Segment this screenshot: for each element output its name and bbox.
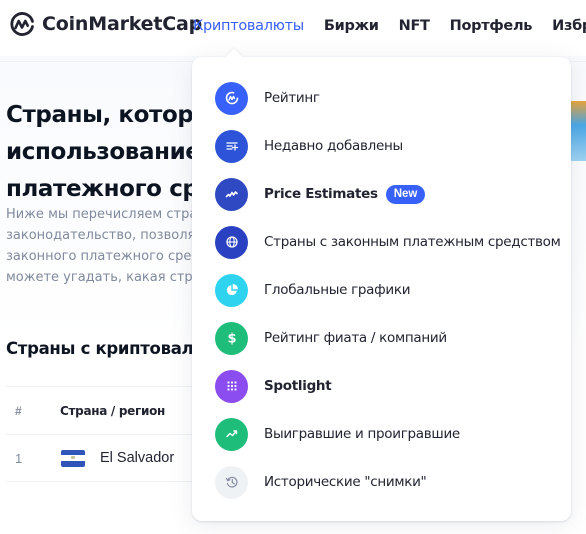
description-line: законного платежного средс — [6, 249, 206, 264]
page-description: Ниже мы перечисляем стран законодательст… — [6, 204, 206, 288]
menu-item-label: Spotlight — [264, 378, 332, 394]
menu-item-ranking[interactable]: Рейтинг — [215, 81, 320, 115]
menu-item-label: Исторические "снимки" — [264, 474, 427, 490]
trending-up-icon — [215, 417, 248, 451]
description-line: законодательство, позволяю — [6, 228, 206, 243]
menu-item-legal-tender-countries[interactable]: Страны с законным платежным средством — [215, 225, 561, 259]
globe-icon — [215, 225, 248, 259]
chart-wave-icon — [215, 177, 248, 211]
page-title-line: Страны, которы — [6, 102, 206, 128]
menu-item-global-charts[interactable]: Глобальные графики — [215, 273, 410, 307]
cmc-logo-icon — [215, 81, 248, 115]
history-icon — [215, 465, 248, 499]
nav-watchlist[interactable]: Избранное — [552, 18, 586, 34]
menu-item-spotlight[interactable]: Spotlight — [215, 369, 332, 403]
description-line: Ниже мы перечисляем стран — [6, 207, 206, 222]
menu-item-label: Недавно добавлены — [264, 138, 403, 154]
column-header-rank[interactable]: # — [15, 404, 22, 418]
menu-item-price-estimates[interactable]: Price Estimates New — [215, 177, 426, 211]
nav-cryptocurrencies[interactable]: Криптовалюты — [193, 18, 304, 34]
dollar-icon: $ — [215, 321, 248, 355]
nav-exchanges[interactable]: Биржи — [324, 18, 379, 34]
menu-item-label: Price Estimates — [264, 186, 378, 202]
menu-item-gainers-losers[interactable]: Выигравшие и проигравшие — [215, 417, 460, 451]
menu-item-historical-snapshots[interactable]: Исторические "снимки" — [215, 465, 427, 499]
list-add-icon — [215, 129, 248, 163]
menu-item-label: Рейтинг — [264, 90, 320, 106]
logo-text: CoinMarketCap — [42, 13, 202, 35]
page-title-line: платежного сре, — [6, 176, 206, 202]
pie-chart-icon — [215, 273, 248, 307]
flag-el-salvador-icon — [61, 449, 85, 467]
top-header: CoinMarketCap Криптовалюты Биржи NFT Пор… — [0, 0, 586, 56]
menu-item-label: Страны с законным платежным средством — [264, 234, 561, 250]
svg-text:$: $ — [227, 332, 236, 347]
cmc-logo-icon — [10, 12, 34, 36]
menu-item-recently-added[interactable]: Недавно добавлены — [215, 129, 403, 163]
nav-nft[interactable]: NFT — [399, 18, 430, 34]
column-header-country[interactable]: Страна / регион — [60, 404, 165, 418]
page-title: Страны, которы использование платежного … — [6, 97, 206, 208]
grid-icon — [215, 369, 248, 403]
row-country-name[interactable]: El Salvador — [100, 450, 174, 466]
logo[interactable]: CoinMarketCap — [8, 10, 202, 38]
countries-table: # Страна / регион 1 El Salvador — [6, 386, 206, 482]
menu-item-label: Выигравшие и проигравшие — [264, 426, 460, 442]
nav-portfolio[interactable]: Портфель — [450, 18, 533, 34]
menu-item-label: Рейтинг фиата / компаний — [264, 330, 447, 346]
cryptocurrencies-dropdown-menu: Рейтинг Недавно добавлены Price Estimate… — [192, 48, 571, 521]
table-row[interactable]: 1 El Salvador — [6, 434, 206, 482]
page-title-line: использование — [6, 139, 201, 165]
menu-item-fiat-companies-ranking[interactable]: $ Рейтинг фиата / компаний — [215, 321, 447, 355]
section-title: Страны с криптовалю — [6, 339, 210, 358]
row-rank: 1 — [15, 450, 23, 466]
main-nav: Криптовалюты Биржи NFT Портфель Избранно… — [193, 18, 586, 34]
table-header-row: # Страна / регион — [6, 386, 206, 434]
menu-item-label: Глобальные графики — [264, 282, 411, 298]
new-badge: New — [385, 184, 426, 204]
description-line: можете угадать, какая страна — [6, 270, 206, 285]
